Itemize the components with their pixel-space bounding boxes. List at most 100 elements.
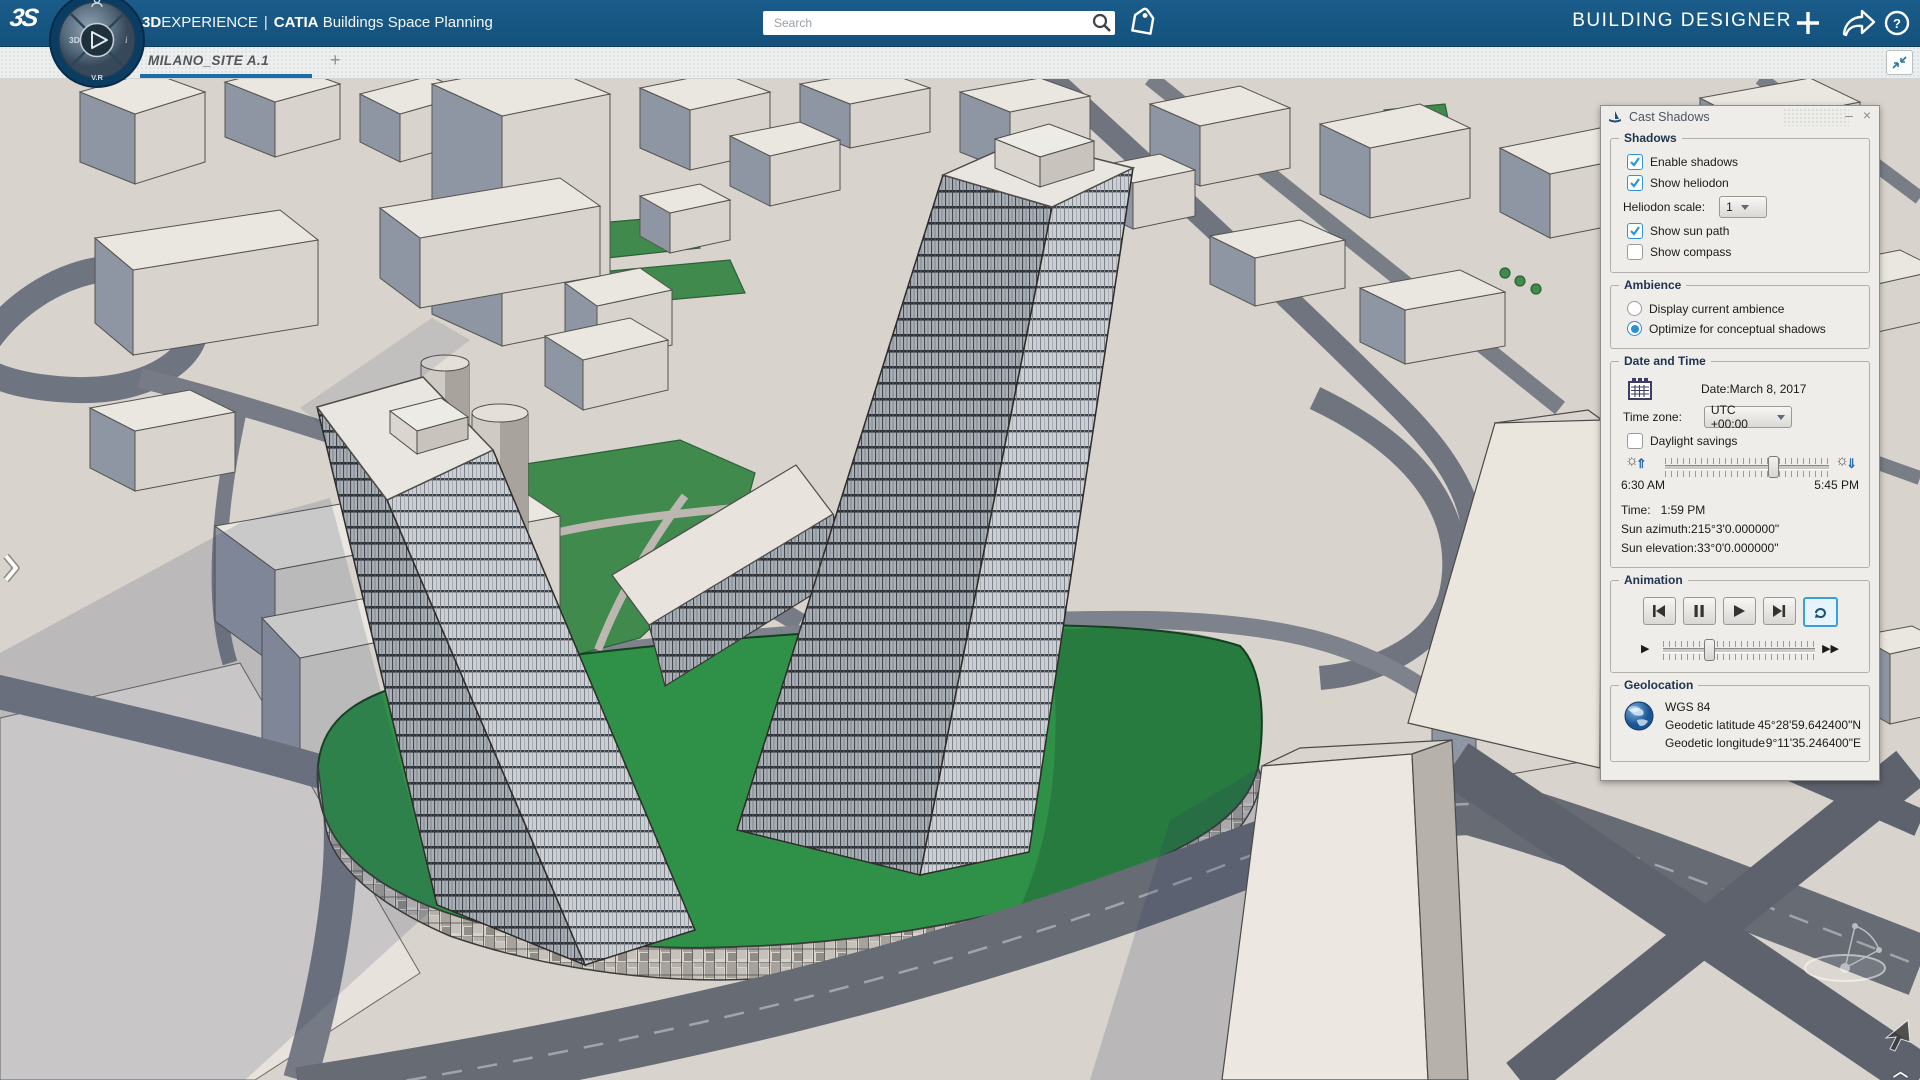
longitude-row: Geodetic longitude 9°11'35.246400"E	[1665, 736, 1861, 750]
application-window: 3S 3D EXPERIENCE | CATIA Buildings Space Pl…	[0, 0, 1920, 1080]
enable-shadows-row[interactable]: Enable shadows	[1627, 154, 1859, 170]
time-slider-track[interactable]	[1665, 458, 1829, 476]
sun-azimuth-value: Sun azimuth:215°3'0.000000"	[1621, 522, 1859, 536]
latitude-label: Geodetic latitude	[1665, 718, 1758, 732]
geolocation-group-title: Geolocation	[1619, 678, 1698, 692]
dropdown-caret-icon	[1741, 205, 1749, 210]
date-time-group: Date and Time Date:March 8, 2017 Time zo…	[1610, 361, 1870, 568]
tab-milano-site[interactable]: MILANO_SITE A.1	[148, 53, 269, 68]
play-button[interactable]	[1723, 597, 1756, 625]
show-compass-row[interactable]: Show compass	[1627, 244, 1859, 260]
enable-shadows-checkbox[interactable]	[1627, 154, 1643, 170]
pause-button[interactable]	[1683, 597, 1716, 625]
time-zone-dropdown[interactable]: UTC +00:00	[1704, 406, 1792, 428]
daylight-savings-row[interactable]: Daylight savings	[1627, 433, 1859, 449]
optimize-conceptual-shadows-radio[interactable]	[1627, 321, 1642, 336]
tag-icon[interactable]	[1124, 6, 1162, 40]
share-icon[interactable]	[1838, 8, 1878, 38]
daylight-savings-label: Daylight savings	[1650, 434, 1737, 448]
top-bar: 3S 3D EXPERIENCE | CATIA Buildings Space Pl…	[0, 0, 1920, 47]
heliodon-scale-dropdown[interactable]: 1	[1719, 196, 1767, 218]
action-bar-expander[interactable]: ︿	[1893, 1060, 1908, 1080]
search-box[interactable]	[763, 11, 1115, 35]
show-sun-path-checkbox[interactable]	[1627, 223, 1643, 239]
fast-speed-icon: ▶▶	[1822, 642, 1839, 655]
dropdown-caret-icon	[1777, 415, 1785, 420]
animation-group: Animation ▶ ▶▶	[1610, 580, 1870, 673]
date-time-group-title: Date and Time	[1619, 354, 1711, 368]
skip-to-end-button[interactable]	[1763, 597, 1796, 625]
skip-to-start-button[interactable]	[1643, 597, 1676, 625]
show-sun-path-row[interactable]: Show sun path	[1627, 223, 1859, 239]
time-zone-label: Time zone:	[1623, 410, 1682, 424]
daylight-savings-checkbox[interactable]	[1627, 433, 1643, 449]
cast-shadows-icon	[1607, 110, 1623, 124]
brand-experience: EXPERIENCE	[161, 14, 258, 31]
compass-west-label: 3D	[69, 35, 80, 45]
heliodon-scale-value: 1	[1726, 200, 1733, 214]
longitude-label: Geodetic longitude	[1665, 736, 1766, 750]
svg-text:?: ?	[1893, 16, 1901, 31]
add-icon[interactable]	[1793, 8, 1823, 38]
search-icon[interactable]	[1089, 12, 1115, 34]
ambience-group-title: Ambience	[1619, 278, 1686, 292]
minimize-button[interactable]: –	[1841, 107, 1857, 123]
panel-title: Cast Shadows	[1629, 110, 1710, 124]
sunrise-icon: ☼⇑	[1625, 452, 1639, 469]
mouse-cursor	[1884, 1018, 1914, 1052]
help-icon[interactable]: ?	[1882, 8, 1912, 38]
time-label: Time:	[1621, 503, 1651, 517]
heliodon-scale-label: Heliodon scale:	[1623, 200, 1705, 214]
date-value: Date:March 8, 2017	[1701, 382, 1806, 396]
show-compass-checkbox[interactable]	[1627, 244, 1643, 260]
globe-icon	[1623, 700, 1655, 732]
sunset-icon: ☼⇓	[1835, 452, 1849, 469]
shadows-group-title: Shadows	[1619, 131, 1682, 145]
geolocation-group: Geolocation WGS 84 Geodetic latitude 45°…	[1610, 685, 1870, 762]
close-button[interactable]: ×	[1859, 107, 1875, 123]
time-of-day-slider: ☼⇑ ☼⇓ 6:30 AM 5:45 PM	[1619, 454, 1861, 498]
shadows-group: Shadows Enable shadows Show heliodon Hel…	[1610, 138, 1870, 273]
heliodon-scale-row: Heliodon scale: 1	[1623, 196, 1859, 218]
latitude-row: Geodetic latitude 45°28'59.642400"N	[1665, 718, 1861, 732]
panel-header[interactable]: Cast Shadows – ×	[1601, 106, 1879, 128]
brand-app-name: Buildings Space Planning	[323, 14, 493, 31]
time-zone-value: UTC +00:00	[1711, 403, 1769, 431]
app-title: BUILDING DESIGNER	[1572, 10, 1792, 32]
show-heliodon-checkbox[interactable]	[1627, 175, 1643, 191]
calendar-icon[interactable]	[1627, 377, 1653, 401]
time-row: Time: 1:59 PM	[1621, 503, 1859, 517]
new-tab-button[interactable]: +	[330, 50, 341, 71]
brand-separator: |	[264, 14, 268, 31]
display-current-ambience-label: Display current ambience	[1649, 302, 1784, 316]
brand-catia: CATIA	[274, 14, 319, 31]
search-input[interactable]	[772, 15, 1089, 31]
time-value: 1:59 PM	[1661, 503, 1706, 517]
panel-drag-area[interactable]	[1783, 108, 1849, 126]
collapse-viewport-button[interactable]	[1886, 50, 1913, 75]
sun-elevation-value: Sun elevation:33°0'0.000000"	[1621, 541, 1859, 555]
animation-slider-track[interactable]	[1663, 641, 1815, 659]
ambience-option-row[interactable]: Optimize for conceptual shadows	[1627, 321, 1859, 336]
show-heliodon-row[interactable]: Show heliodon	[1627, 175, 1859, 191]
3dexperience-compass[interactable]: 3D i V.R	[49, 0, 145, 88]
ambience-group: Ambience Display current ambience Optimi…	[1610, 285, 1870, 349]
animation-speed-slider: ▶ ▶▶	[1641, 637, 1853, 663]
brand-title: 3DEXPERIENCE|CATIA Buildings Space Plann…	[142, 14, 493, 31]
date-row: Date:March 8, 2017	[1627, 377, 1859, 401]
active-tab-underline	[140, 74, 312, 78]
3ds-logo-icon[interactable]: 3S	[8, 4, 39, 33]
show-compass-label: Show compass	[1650, 245, 1731, 259]
animation-buttons	[1619, 597, 1861, 627]
loop-button[interactable]	[1803, 597, 1838, 627]
ambience-option-row[interactable]: Display current ambience	[1627, 301, 1859, 316]
animation-group-title: Animation	[1619, 573, 1688, 587]
time-slider-handle[interactable]	[1768, 456, 1779, 478]
cast-shadows-panel: Cast Shadows – × Shadows Enable shadows …	[1600, 105, 1880, 781]
left-panel-expander[interactable]	[0, 548, 22, 588]
latitude-value: 45°28'59.642400"N	[1758, 718, 1861, 732]
display-current-ambience-radio[interactable]	[1627, 301, 1642, 316]
animation-slider-handle[interactable]	[1704, 639, 1715, 661]
time-zone-row: Time zone: UTC +00:00	[1623, 406, 1859, 428]
slow-speed-icon: ▶	[1641, 642, 1649, 655]
